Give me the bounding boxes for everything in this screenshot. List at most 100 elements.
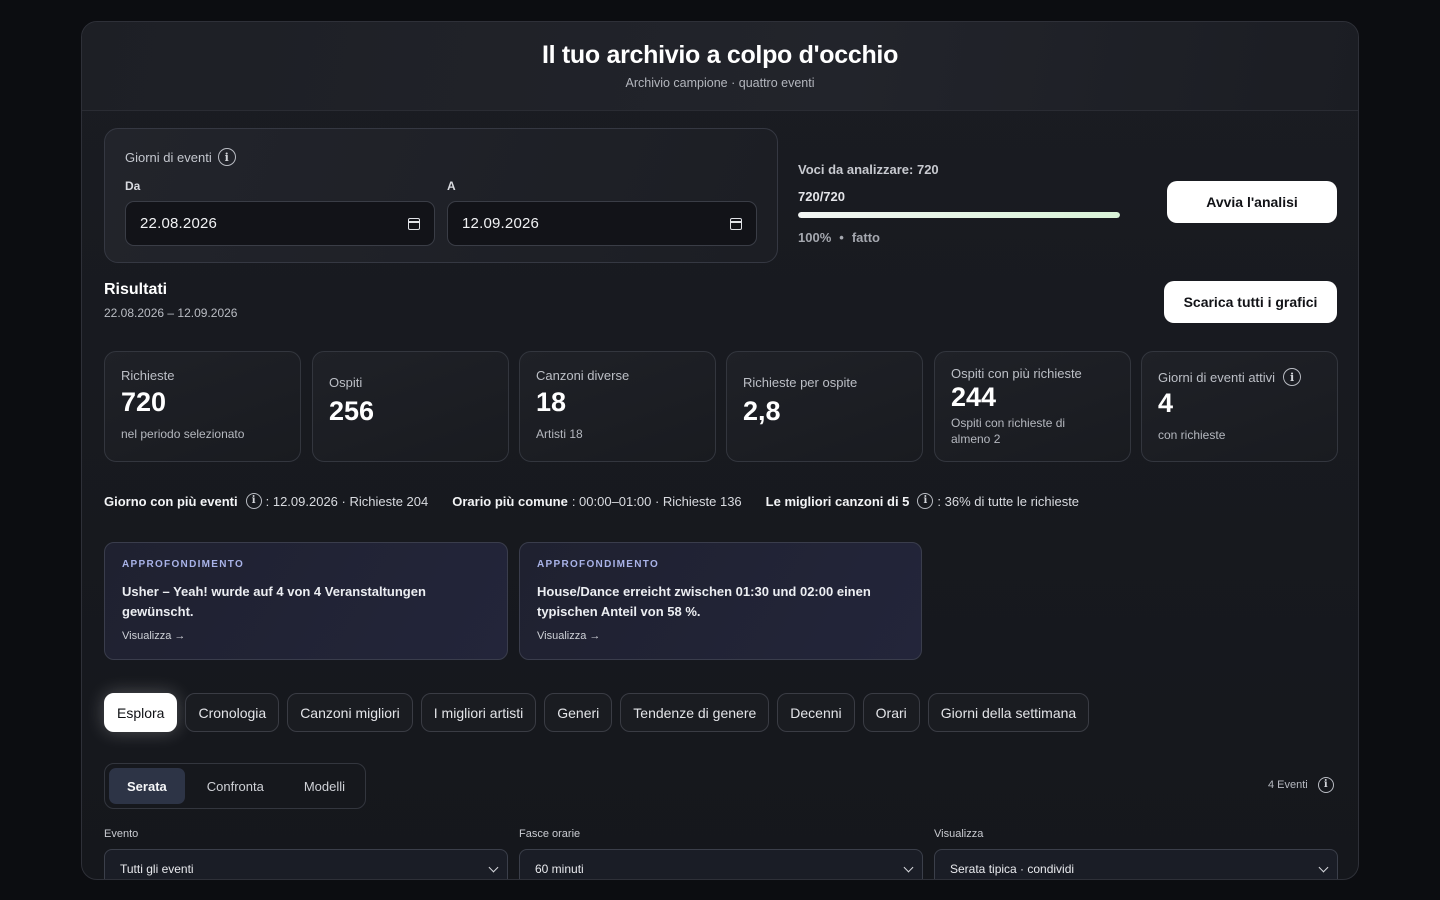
events-count-text: 4 Eventi xyxy=(1268,779,1308,791)
tab-top-artists[interactable]: I migliori artisti xyxy=(420,693,537,732)
summary-line: Giorno con più eventi i : 12.09.2026 · R… xyxy=(104,493,1103,509)
time-slots-select[interactable]: 60 minuti xyxy=(519,849,923,879)
date-range-title: Giorni di eventi i xyxy=(125,148,236,166)
stat-label: Ospiti con più richieste xyxy=(951,366,1082,381)
time-slots-select-value: 60 minuti xyxy=(535,862,584,876)
tab-hours[interactable]: Orari xyxy=(862,693,920,732)
stat-value: 4 xyxy=(1158,388,1174,418)
insight-view-link[interactable]: Visualizza → xyxy=(122,630,490,642)
from-date-label: Da xyxy=(125,179,141,193)
insight-card[interactable]: APPROFONDIMENTO Usher – Yeah! wurde auf … xyxy=(104,542,508,660)
progress-bar xyxy=(798,212,1120,218)
date-range-panel: Giorni di eventi i Da A 22.08.2026 12.09… xyxy=(104,128,778,263)
stat-value: 720 xyxy=(121,387,167,417)
stat-card-requests: Richieste 720 nel periodo selezionato xyxy=(104,351,301,462)
stat-card-active-days: Giorni di eventi attivi i 4 con richiest… xyxy=(1141,351,1338,462)
page-title: Il tuo archivio a colpo d'occhio xyxy=(541,41,899,69)
stat-label: Ospiti xyxy=(329,375,363,390)
insight-text: House/Dance erreicht zwischen 01:30 und … xyxy=(537,584,871,619)
insight-card[interactable]: APPROFONDIMENTO House/Dance erreicht zwi… xyxy=(519,542,922,660)
calendar-icon[interactable] xyxy=(408,217,420,230)
tab-weekdays[interactable]: Giorni della settimana xyxy=(927,693,1090,732)
from-date-input[interactable]: 22.08.2026 xyxy=(125,201,435,246)
chevron-down-icon xyxy=(1318,862,1329,872)
info-icon[interactable]: i xyxy=(1317,777,1334,793)
stat-label: Canzoni diverse xyxy=(536,368,630,383)
results-range: 22.08.2026 – 12.09.2026 xyxy=(104,306,238,320)
chevron-down-icon xyxy=(903,862,914,872)
segment-compare[interactable]: Confronta xyxy=(189,768,282,804)
progress-percent: 100% xyxy=(798,230,832,245)
download-charts-button[interactable]: Scarica tutti i grafici xyxy=(1164,281,1337,323)
busiest-day-value: : 12.09.2026 · Richieste 204 xyxy=(265,493,429,509)
stat-label: Giorni di eventi attivi i xyxy=(1158,368,1321,386)
view-tabs: Esplora Cronologia Canzoni migliori I mi… xyxy=(104,693,1090,732)
tab-decades[interactable]: Decenni xyxy=(777,693,855,732)
tab-top-songs[interactable]: Canzoni migliori xyxy=(287,693,413,732)
stat-value: 256 xyxy=(329,396,375,426)
time-slots-select-label: Fasce orarie xyxy=(519,828,581,840)
to-date-input[interactable]: 12.09.2026 xyxy=(447,201,757,246)
info-icon[interactable]: i xyxy=(1283,368,1302,386)
page-subtitle: Archivio campione · quattro eventi xyxy=(625,76,815,90)
busiest-day: Giorno con più eventi i : 12.09.2026 · R… xyxy=(104,493,428,509)
stat-card-guests: Ospiti 256 xyxy=(312,351,509,462)
event-select-label: Evento xyxy=(104,828,139,840)
top-songs-share: Le migliori canzoni di 5 i : 36% di tutt… xyxy=(766,493,1079,509)
segment-patterns[interactable]: Modelli xyxy=(286,768,363,804)
view-select[interactable]: Serata tipica · condividi xyxy=(934,849,1338,879)
info-icon[interactable]: i xyxy=(217,148,236,166)
insight-kicker: APPROFONDIMENTO xyxy=(537,559,660,570)
stat-note: Artisti 18 xyxy=(536,427,583,441)
info-icon[interactable]: i xyxy=(917,493,934,509)
start-analysis-button[interactable]: Avvia l'analisi xyxy=(1167,181,1337,223)
stat-card-songs: Canzoni diverse 18 Artisti 18 xyxy=(519,351,716,462)
stat-label: Richieste per ospite xyxy=(743,375,858,390)
stat-note: Ospiti con richieste di almeno 2 xyxy=(951,416,1066,446)
progress-status: 100% • fatto xyxy=(798,230,1120,245)
segment-evening[interactable]: Serata xyxy=(109,768,185,804)
common-time-label: Orario più comune xyxy=(452,493,568,509)
to-date-value: 12.09.2026 xyxy=(462,215,540,232)
calendar-icon[interactable] xyxy=(730,217,742,230)
items-to-analyze: Voci da analizzare: 720 xyxy=(798,162,939,177)
top-songs-label: Le migliori canzoni di 5 xyxy=(765,493,910,509)
progress-count: 720/720 xyxy=(798,189,845,204)
insight-kicker: APPROFONDIMENTO xyxy=(122,559,245,570)
stat-note: nel periodo selezionato xyxy=(121,427,245,441)
stat-card-requests-per-guest: Richieste per ospite 2,8 xyxy=(726,351,923,462)
stat-value: 2,8 xyxy=(743,396,781,426)
stat-value: 244 xyxy=(951,382,997,412)
top-songs-value: : 36% di tutte le richieste xyxy=(937,493,1080,509)
from-date-value: 22.08.2026 xyxy=(140,215,218,232)
stat-card-top-guests: Ospiti con più richieste 244 Ospiti con … xyxy=(934,351,1131,462)
busiest-day-label: Giorno con più eventi xyxy=(104,493,238,509)
tab-genre-trends[interactable]: Tendenze di genere xyxy=(620,693,770,732)
events-count: 4 Eventi i xyxy=(1268,777,1334,793)
tab-explore[interactable]: Esplora xyxy=(104,693,178,732)
tab-timeline[interactable]: Cronologia xyxy=(185,693,280,732)
mode-segmented-control: Serata Confronta Modelli xyxy=(104,763,366,809)
dashboard-card: Il tuo archivio a colpo d'occhio Archivi… xyxy=(81,21,1359,880)
page-header: Il tuo archivio a colpo d'occhio Archivi… xyxy=(82,22,1358,111)
stat-note: con richieste xyxy=(1158,428,1226,442)
common-time: Orario più comune : 00:00–01:00 · Richie… xyxy=(452,494,741,509)
event-select[interactable]: Tutti gli eventi xyxy=(104,849,508,879)
insight-view-link[interactable]: Visualizza → xyxy=(537,630,904,642)
common-time-value: : 00:00–01:00 · Richieste 136 xyxy=(571,493,742,509)
date-range-title-text: Giorni di eventi xyxy=(125,149,212,165)
progress-bar-fill xyxy=(798,212,1120,218)
stat-label-text: Giorni di eventi attivi xyxy=(1158,369,1276,385)
view-select-value: Serata tipica · condividi xyxy=(950,862,1075,876)
event-select-value: Tutti gli eventi xyxy=(120,862,194,876)
progress-separator: • xyxy=(839,230,844,245)
insight-text: Usher – Yeah! wurde auf 4 von 4 Veransta… xyxy=(122,584,426,619)
stat-value: 18 xyxy=(536,387,567,417)
progress-state: fatto xyxy=(851,230,880,245)
info-icon[interactable]: i xyxy=(245,493,262,509)
chevron-down-icon xyxy=(488,862,499,872)
results-title: Risultati xyxy=(104,281,168,298)
stat-label: Richieste xyxy=(121,368,175,383)
tab-genres[interactable]: Generi xyxy=(544,693,613,732)
to-date-label: A xyxy=(447,179,456,193)
